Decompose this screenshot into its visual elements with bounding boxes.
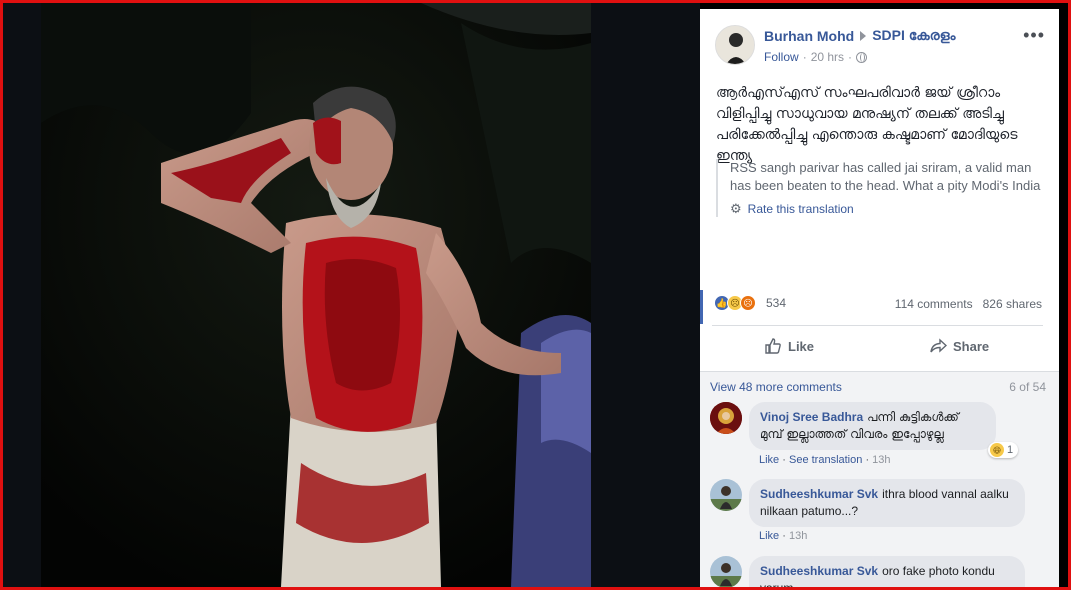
more-horizontal-icon[interactable]: ••• xyxy=(1023,25,1045,46)
comments-pager: 6 of 54 xyxy=(1009,380,1046,394)
rate-translation-link[interactable]: Rate this translation xyxy=(748,202,854,216)
comment-like-link[interactable]: Like xyxy=(759,454,779,466)
focus-indicator xyxy=(700,290,703,324)
photo-viewer xyxy=(3,3,700,587)
commenter-avatar-image xyxy=(710,556,742,587)
comment-bubble: Sudheeshkumar Svk ithra blood vannal aalk… xyxy=(749,479,1025,527)
commenter-name[interactable]: Sudheeshkumar Svk xyxy=(760,564,878,578)
thumbs-up-icon xyxy=(765,338,781,354)
haha-icon: 😆 xyxy=(990,443,1004,457)
share-icon xyxy=(930,338,947,353)
commenter-avatar[interactable] xyxy=(710,556,742,587)
meta-separator: · xyxy=(848,50,853,64)
view-more-comments-link[interactable]: View 48 more comments xyxy=(710,380,842,394)
rate-translation-row: ⚙ Rate this translation xyxy=(730,201,1046,217)
see-translation-link[interactable]: See translation xyxy=(789,454,862,466)
post-time[interactable]: 20 hrs xyxy=(811,50,844,64)
page-name[interactable]: SDPI കേരളം xyxy=(872,27,955,44)
share-button[interactable]: Share xyxy=(929,337,989,355)
comments-section: View 48 more comments 6 of 54 Vinoj Sree… xyxy=(700,371,1059,587)
comment-bubble: Sudheeshkumar Svkoro fake photo kondu va… xyxy=(749,556,1025,587)
post-meta: Follow · 20 hrs · xyxy=(764,50,868,64)
comment-reaction-badge[interactable]: 😆 1 xyxy=(988,442,1019,458)
comment-meta: Like · See translation · 13h xyxy=(759,454,891,466)
comment-item: Sudheeshkumar Svkoro fake photo kondu va… xyxy=(710,556,1050,587)
share-label: Share xyxy=(953,338,990,354)
angry-icon: ☹ xyxy=(740,295,756,311)
shares-count[interactable]: 826 shares xyxy=(983,297,1042,311)
translation-block: RSS sangh parivar has called jai sriram,… xyxy=(716,159,1046,217)
post-photo[interactable] xyxy=(41,3,591,587)
commenter-name[interactable]: Sudheeshkumar Svk xyxy=(760,487,878,501)
comments-count[interactable]: 114 comments xyxy=(895,297,973,311)
meta-separator: · xyxy=(782,530,789,542)
meta-separator: · xyxy=(802,50,807,64)
translation-text: RSS sangh parivar has called jai sriram,… xyxy=(730,160,1041,193)
follow-button[interactable]: Follow xyxy=(764,50,799,64)
like-button[interactable]: Like xyxy=(764,337,814,355)
divider xyxy=(712,325,1043,326)
post-text: ആർഎസ്എസ് സംഘപരിവാർ ജയ് ശ്രീറാം വിളിപ്പിച… xyxy=(716,85,1018,164)
comment-like-link[interactable]: Like xyxy=(759,530,779,542)
post-header: Burhan Mohd SDPI കേരളം Follow · 20 hrs ·… xyxy=(700,9,1059,71)
like-label: Like xyxy=(788,338,815,354)
comment-bubble: Vinoj Sree Badhra പന്നി കുട്ടികൾക്ക് മുമ്… xyxy=(749,402,996,450)
author-name[interactable]: Burhan Mohd xyxy=(764,28,854,44)
commenter-avatar-image xyxy=(710,479,742,511)
comment-time[interactable]: 13h xyxy=(872,454,890,466)
engagement-counts: 114 comments 826 shares xyxy=(895,297,1042,311)
post-actions: Like Share xyxy=(700,331,1059,363)
author-avatar[interactable] xyxy=(715,25,755,65)
comment-reaction-count: 1 xyxy=(1007,444,1014,456)
comment-meta: Like · 13h xyxy=(759,530,807,542)
comment-item: Sudheeshkumar Svk ithra blood vannal aalk… xyxy=(710,479,1050,549)
meta-separator: · xyxy=(782,454,789,466)
reaction-icons[interactable]: 👍 ☹ ☹ xyxy=(714,295,756,311)
arrow-right-icon xyxy=(860,30,867,41)
comment-item: Vinoj Sree Badhra പന്നി കുട്ടികൾക്ക് മുമ്… xyxy=(710,402,1050,474)
commenter-avatar[interactable] xyxy=(710,402,742,434)
post-photo-image xyxy=(41,3,591,587)
gear-icon: ⚙ xyxy=(730,201,742,216)
commenter-avatar[interactable] xyxy=(710,479,742,511)
commenter-name[interactable]: Vinoj Sree Badhra xyxy=(760,410,863,424)
author-row: Burhan Mohd SDPI കേരളം xyxy=(764,27,956,44)
comment-time[interactable]: 13h xyxy=(789,530,807,542)
post-panel: Burhan Mohd SDPI കേരളം Follow · 20 hrs ·… xyxy=(700,9,1059,587)
reaction-count[interactable]: 534 xyxy=(766,296,786,310)
reactions-bar: 👍 ☹ ☹ 534 114 comments 826 shares xyxy=(700,290,1059,326)
commenter-avatar-image xyxy=(710,402,742,434)
globe-icon xyxy=(856,51,868,63)
author-avatar-image xyxy=(716,26,754,64)
